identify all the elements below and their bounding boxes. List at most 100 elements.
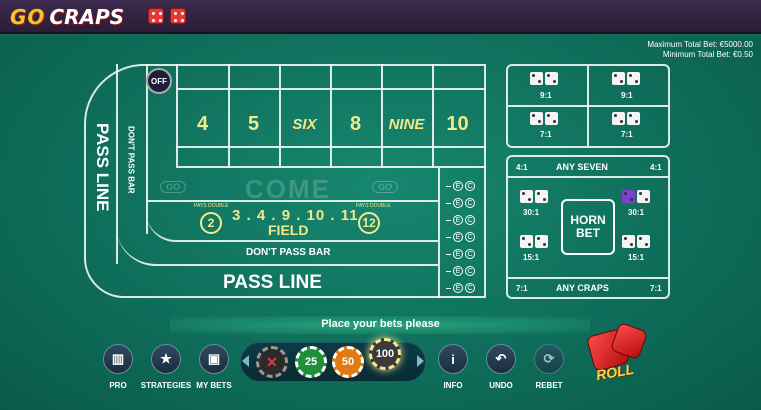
odds-label: 30:1 (523, 208, 540, 217)
die-icon (612, 72, 625, 85)
hard-4-bet[interactable] (530, 112, 558, 125)
dont-pass-bar-vertical[interactable]: DON'T PASS BAR (122, 110, 140, 210)
die-icon (520, 190, 533, 203)
ec-bet[interactable]: EC (446, 248, 486, 260)
place-5[interactable]: 5 (228, 94, 279, 154)
table-line (508, 105, 668, 107)
die-icon (545, 112, 558, 125)
c-icon: C (465, 266, 475, 276)
rebet-button[interactable]: ⟳ (534, 344, 564, 374)
max-total-bet: Maximum Total Bet: €5000.00 (647, 40, 753, 49)
any-craps-bet[interactable]: ANY CRAPS (556, 283, 609, 293)
chip-100[interactable]: 100 (369, 338, 401, 370)
clear-chip[interactable]: ✕ (256, 346, 288, 378)
star-icon: ★ (160, 351, 172, 366)
die-icon (530, 112, 543, 125)
info-button[interactable]: i (438, 344, 468, 374)
bar-chart-icon: ▥ (111, 351, 125, 366)
chip-25[interactable]: 25 (295, 346, 327, 378)
field-bet[interactable]: FIELD (268, 222, 308, 238)
c-icon: C (465, 198, 475, 208)
money-icon: ▣ (207, 351, 221, 366)
die-icon (627, 72, 640, 85)
top-bar: GO CRAPS (0, 0, 761, 34)
my-bets-label: MY BETS (196, 381, 232, 390)
ec-bet[interactable]: EC (446, 282, 486, 294)
e-icon: E (453, 181, 463, 191)
c-icon: C (465, 232, 475, 242)
odds-label: 15:1 (523, 253, 540, 262)
horn-12-bet[interactable] (622, 235, 650, 248)
horn-2-bet[interactable] (520, 235, 548, 248)
table-line (508, 176, 668, 178)
e-icon: E (453, 198, 463, 208)
pays-double-label: PAYS DOUBLE (356, 203, 391, 209)
e-icon: E (453, 283, 463, 293)
die-icon (622, 190, 635, 203)
strategies-button[interactable]: ★ (151, 344, 181, 374)
odds-label: 9:1 (621, 91, 633, 100)
table-line (508, 277, 668, 279)
ec-bet[interactable]: EC (446, 180, 486, 192)
hard-6-bet[interactable] (530, 72, 558, 85)
dont-pass-bar[interactable]: DON'T PASS BAR (246, 247, 330, 258)
chip-scroll-right-icon[interactable] (417, 355, 424, 367)
die-icon (535, 235, 548, 248)
ec-bet[interactable]: EC (446, 214, 486, 226)
any-seven-bet[interactable]: ANY SEVEN (556, 162, 608, 172)
place-6[interactable]: SIX (279, 94, 330, 154)
game-logo: GO CRAPS (10, 4, 135, 30)
e-icon: E (453, 249, 463, 259)
odds-label: 9:1 (540, 91, 552, 100)
close-icon: ✕ (266, 353, 278, 370)
odds-label: 7:1 (540, 130, 552, 139)
off-puck[interactable]: OFF (146, 68, 172, 94)
hard-10-bet[interactable] (612, 112, 640, 125)
hard-8-bet[interactable] (612, 72, 640, 85)
die-icon (535, 190, 548, 203)
roll-button[interactable]: ROLL (585, 321, 650, 386)
odds-label: 4:1 (650, 163, 662, 172)
odds-label: 15:1 (628, 253, 645, 262)
ec-bet[interactable]: EC (446, 265, 486, 277)
logo-craps-text: CRAPS (49, 5, 125, 29)
horn-11-bet[interactable] (622, 190, 650, 203)
pays-double-label: PAYS DOUBLE (194, 203, 229, 209)
die-icon (545, 72, 558, 85)
ec-bet[interactable]: EC (446, 197, 486, 209)
odds-label: 30:1 (628, 208, 645, 217)
undo-button[interactable]: ↶ (486, 344, 516, 374)
my-bets-button[interactable]: ▣ (199, 344, 229, 374)
chip-scroll-left-icon[interactable] (242, 355, 249, 367)
undo-icon: ↶ (495, 351, 507, 366)
field-12: 12 (358, 212, 380, 234)
place-4[interactable]: 4 (177, 94, 228, 154)
chip-50[interactable]: 50 (332, 346, 364, 378)
die-icon (622, 235, 635, 248)
table-line (438, 168, 440, 298)
place-8[interactable]: 8 (330, 94, 381, 154)
pro-button[interactable]: ▥ (103, 344, 133, 374)
die-icon (530, 72, 543, 85)
e-icon: E (453, 215, 463, 225)
c-icon: C (465, 249, 475, 259)
logo-go-text: GO (10, 5, 46, 29)
bet-limits: Maximum Total Bet: €5000.00 Minimum Tota… (647, 40, 753, 60)
horn-3-bet[interactable] (520, 190, 548, 203)
min-total-bet: Minimum Total Bet: €0.50 (662, 50, 753, 59)
rebet-icon: ⟳ (543, 351, 555, 366)
dice-icon (148, 8, 164, 24)
e-icon: E (453, 232, 463, 242)
place-10[interactable]: 10 (432, 94, 483, 154)
die-icon (627, 112, 640, 125)
go-logo: GO (372, 181, 399, 193)
ec-bet[interactable]: EC (446, 231, 486, 243)
c-icon: C (465, 181, 475, 191)
die-icon (637, 235, 650, 248)
pass-line[interactable]: PASS LINE (223, 272, 322, 294)
come-area[interactable]: COME (245, 174, 331, 205)
odds-label: 7:1 (650, 284, 662, 293)
horn-bet[interactable]: HORN BET (561, 199, 615, 255)
die-icon (520, 235, 533, 248)
place-9[interactable]: NINE (381, 94, 432, 154)
